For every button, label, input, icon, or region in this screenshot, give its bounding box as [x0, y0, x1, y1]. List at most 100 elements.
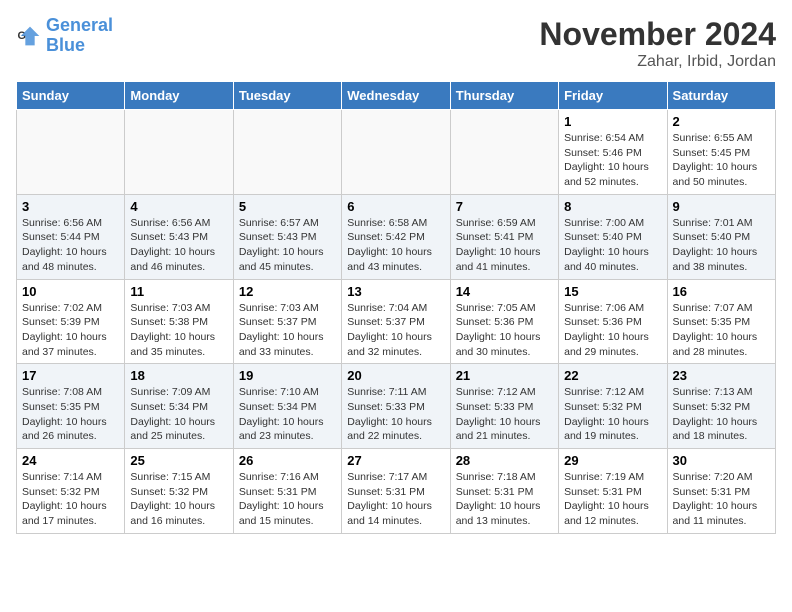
day-number: 26 — [239, 453, 336, 468]
calendar-cell: 10 Sunrise: 7:02 AMSunset: 5:39 PMDayligh… — [17, 279, 125, 364]
calendar-cell: 8 Sunrise: 7:00 AMSunset: 5:40 PMDaylight… — [559, 194, 667, 279]
day-number: 3 — [22, 199, 119, 214]
day-number: 22 — [564, 368, 661, 383]
day-info: Sunrise: 7:20 AMSunset: 5:31 PMDaylight:… — [673, 470, 770, 529]
weekday-header-saturday: Saturday — [667, 82, 775, 110]
calendar-cell — [125, 110, 233, 195]
calendar-cell: 13 Sunrise: 7:04 AMSunset: 5:37 PMDayligh… — [342, 279, 450, 364]
day-number: 6 — [347, 199, 444, 214]
day-number: 2 — [673, 114, 770, 129]
day-info: Sunrise: 7:04 AMSunset: 5:37 PMDaylight:… — [347, 301, 444, 360]
day-info: Sunrise: 7:15 AMSunset: 5:32 PMDaylight:… — [130, 470, 227, 529]
weekday-header-monday: Monday — [125, 82, 233, 110]
day-number: 7 — [456, 199, 553, 214]
day-info: Sunrise: 6:58 AMSunset: 5:42 PMDaylight:… — [347, 216, 444, 275]
week-row-4: 17 Sunrise: 7:08 AMSunset: 5:35 PMDayligh… — [17, 364, 776, 449]
svg-text:G: G — [18, 30, 26, 42]
calendar-cell: 25 Sunrise: 7:15 AMSunset: 5:32 PMDayligh… — [125, 449, 233, 534]
calendar-cell: 15Sunrise: 7:06 AMSunset: 5:36 PMDayligh… — [559, 279, 667, 364]
day-number: 20 — [347, 368, 444, 383]
day-number: 27 — [347, 453, 444, 468]
day-number: 21 — [456, 368, 553, 383]
weekday-header-thursday: Thursday — [450, 82, 558, 110]
day-number: 18 — [130, 368, 227, 383]
day-number: 19 — [239, 368, 336, 383]
weekday-row: SundayMondayTuesdayWednesdayThursdayFrid… — [17, 82, 776, 110]
calendar-cell — [17, 110, 125, 195]
day-info: Sunrise: 7:02 AMSunset: 5:39 PMDaylight:… — [22, 301, 119, 360]
day-info: Sunrise: 7:19 AMSunset: 5:31 PMDaylight:… — [564, 470, 661, 529]
calendar-cell: 18 Sunrise: 7:09 AMSunset: 5:34 PMDayligh… — [125, 364, 233, 449]
calendar-cell — [450, 110, 558, 195]
day-info: Sunrise: 6:54 AMSunset: 5:46 PMDaylight:… — [564, 131, 661, 190]
day-info: Sunrise: 7:16 AMSunset: 5:31 PMDaylight:… — [239, 470, 336, 529]
day-info: Sunrise: 7:18 AMSunset: 5:31 PMDaylight:… — [456, 470, 553, 529]
day-info: Sunrise: 7:12 AMSunset: 5:32 PMDaylight:… — [564, 385, 661, 444]
weekday-header-sunday: Sunday — [17, 82, 125, 110]
calendar-cell: 2Sunrise: 6:55 AMSunset: 5:45 PMDaylight… — [667, 110, 775, 195]
logo: G General Blue — [16, 16, 113, 56]
day-info: Sunrise: 7:10 AMSunset: 5:34 PMDaylight:… — [239, 385, 336, 444]
day-info: Sunrise: 6:57 AMSunset: 5:43 PMDaylight:… — [239, 216, 336, 275]
calendar-cell — [233, 110, 341, 195]
day-info: Sunrise: 7:06 AMSunset: 5:36 PMDaylight:… — [564, 301, 661, 360]
day-number: 12 — [239, 284, 336, 299]
day-info: Sunrise: 7:09 AMSunset: 5:34 PMDaylight:… — [130, 385, 227, 444]
day-info: Sunrise: 6:56 AMSunset: 5:43 PMDaylight:… — [130, 216, 227, 275]
calendar-cell: 21Sunrise: 7:12 AMSunset: 5:33 PMDayligh… — [450, 364, 558, 449]
weekday-header-tuesday: Tuesday — [233, 82, 341, 110]
day-number: 23 — [673, 368, 770, 383]
calendar-cell: 3Sunrise: 6:56 AMSunset: 5:44 PMDaylight… — [17, 194, 125, 279]
day-info: Sunrise: 7:03 AMSunset: 5:37 PMDaylight:… — [239, 301, 336, 360]
calendar-body: 1 Sunrise: 6:54 AMSunset: 5:46 PMDaylight… — [17, 110, 776, 534]
day-info: Sunrise: 7:03 AMSunset: 5:38 PMDaylight:… — [130, 301, 227, 360]
calendar-cell: 19 Sunrise: 7:10 AMSunset: 5:34 PMDayligh… — [233, 364, 341, 449]
calendar-cell: 23 Sunrise: 7:13 AMSunset: 5:32 PMDayligh… — [667, 364, 775, 449]
calendar-cell: 11 Sunrise: 7:03 AMSunset: 5:38 PMDayligh… — [125, 279, 233, 364]
calendar-cell: 5 Sunrise: 6:57 AMSunset: 5:43 PMDaylight… — [233, 194, 341, 279]
month-title: November 2024 — [539, 16, 776, 53]
day-number: 25 — [130, 453, 227, 468]
calendar-table: SundayMondayTuesdayWednesdayThursdayFrid… — [16, 81, 776, 534]
calendar-cell: 9Sunrise: 7:01 AMSunset: 5:40 PMDaylight… — [667, 194, 775, 279]
day-info: Sunrise: 7:01 AMSunset: 5:40 PMDaylight:… — [673, 216, 770, 275]
day-info: Sunrise: 6:59 AMSunset: 5:41 PMDaylight:… — [456, 216, 553, 275]
day-number: 24 — [22, 453, 119, 468]
day-number: 10 — [22, 284, 119, 299]
week-row-5: 24Sunrise: 7:14 AMSunset: 5:32 PMDayligh… — [17, 449, 776, 534]
page-header: G General Blue November 2024 Zahar, Irbi… — [16, 16, 776, 71]
day-info: Sunrise: 7:11 AMSunset: 5:33 PMDaylight:… — [347, 385, 444, 444]
day-number: 11 — [130, 284, 227, 299]
logo-icon: G — [16, 22, 44, 50]
calendar-header: SundayMondayTuesdayWednesdayThursdayFrid… — [17, 82, 776, 110]
day-info: Sunrise: 7:08 AMSunset: 5:35 PMDaylight:… — [22, 385, 119, 444]
logo-text: General Blue — [46, 16, 113, 56]
calendar-cell: 29 Sunrise: 7:19 AMSunset: 5:31 PMDayligh… — [559, 449, 667, 534]
calendar-cell: 17 Sunrise: 7:08 AMSunset: 5:35 PMDayligh… — [17, 364, 125, 449]
calendar-cell: 12 Sunrise: 7:03 AMSunset: 5:37 PMDayligh… — [233, 279, 341, 364]
week-row-1: 1 Sunrise: 6:54 AMSunset: 5:46 PMDaylight… — [17, 110, 776, 195]
logo-line2: Blue — [46, 35, 85, 55]
day-info: Sunrise: 7:13 AMSunset: 5:32 PMDaylight:… — [673, 385, 770, 444]
day-number: 29 — [564, 453, 661, 468]
day-number: 13 — [347, 284, 444, 299]
calendar-cell: 28 Sunrise: 7:18 AMSunset: 5:31 PMDayligh… — [450, 449, 558, 534]
title-block: November 2024 Zahar, Irbid, Jordan — [539, 16, 776, 71]
calendar-cell: 26 Sunrise: 7:16 AMSunset: 5:31 PMDayligh… — [233, 449, 341, 534]
day-number: 14 — [456, 284, 553, 299]
calendar-cell: 7 Sunrise: 6:59 AMSunset: 5:41 PMDaylight… — [450, 194, 558, 279]
calendar-cell: 4Sunrise: 6:56 AMSunset: 5:43 PMDaylight… — [125, 194, 233, 279]
week-row-3: 10 Sunrise: 7:02 AMSunset: 5:39 PMDayligh… — [17, 279, 776, 364]
day-number: 16 — [673, 284, 770, 299]
weekday-header-wednesday: Wednesday — [342, 82, 450, 110]
day-info: Sunrise: 7:00 AMSunset: 5:40 PMDaylight:… — [564, 216, 661, 275]
calendar-cell: 24Sunrise: 7:14 AMSunset: 5:32 PMDayligh… — [17, 449, 125, 534]
day-number: 28 — [456, 453, 553, 468]
calendar-cell — [342, 110, 450, 195]
day-info: Sunrise: 7:07 AMSunset: 5:35 PMDaylight:… — [673, 301, 770, 360]
day-number: 17 — [22, 368, 119, 383]
day-number: 8 — [564, 199, 661, 214]
day-number: 1 — [564, 114, 661, 129]
day-number: 5 — [239, 199, 336, 214]
calendar-cell: 6 Sunrise: 6:58 AMSunset: 5:42 PMDaylight… — [342, 194, 450, 279]
